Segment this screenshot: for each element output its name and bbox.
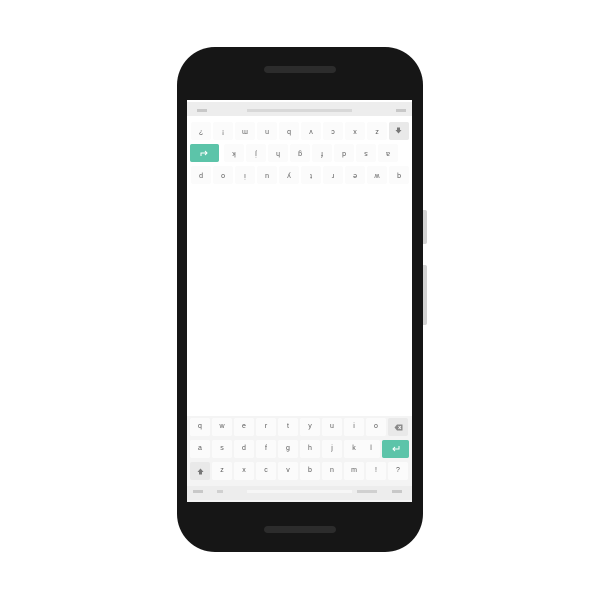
bottom-speaker (264, 526, 336, 533)
key-y[interactable]: y (279, 166, 299, 184)
key-c[interactable]: c (256, 462, 276, 480)
emoji-key[interactable] (217, 490, 223, 493)
key-t[interactable]: t (301, 166, 321, 184)
key-w[interactable]: w (212, 418, 232, 436)
keyboard-row-2: a s d f g h j k l (187, 440, 412, 460)
backspace-key[interactable] (388, 418, 408, 436)
key-f[interactable]: f (312, 144, 332, 162)
power-button[interactable] (423, 265, 427, 325)
key-p[interactable]: p (191, 166, 211, 184)
key-b[interactable]: b (279, 122, 299, 140)
key-z[interactable]: z (212, 462, 232, 480)
key-d[interactable]: d (234, 440, 254, 458)
key-a[interactable]: a (378, 144, 398, 162)
keyboard-row-3: z x c v b n m ! ? (187, 120, 412, 140)
enter-key[interactable] (190, 144, 219, 162)
keyboard-row-1: q w e r t y u i o (187, 418, 412, 438)
enter-key[interactable] (382, 440, 409, 458)
key-h[interactable]: h (268, 144, 288, 162)
key-u[interactable]: u (322, 418, 342, 436)
key-v[interactable]: v (278, 462, 298, 480)
shift-icon (396, 127, 402, 134)
volume-button[interactable] (423, 210, 427, 244)
key-i[interactable]: i (235, 166, 255, 184)
key-b[interactable]: b (300, 462, 320, 480)
key-c[interactable]: c (323, 122, 343, 140)
keyboard-row-1: q w e r t y u i o p (187, 164, 412, 184)
key-x[interactable]: x (345, 122, 365, 140)
top-speaker (264, 66, 336, 73)
symbols-key[interactable] (396, 109, 406, 112)
suggestion-key[interactable] (357, 490, 377, 493)
key-n[interactable]: n (257, 122, 277, 140)
space-bar[interactable] (247, 490, 352, 493)
key-a[interactable]: a (190, 440, 210, 458)
key-k[interactable]: k (344, 440, 364, 458)
shift-key[interactable] (389, 122, 409, 140)
symbols-key[interactable] (193, 490, 203, 493)
keyboard-row-2: a s d f g h j k (187, 142, 412, 162)
key-y[interactable]: y (300, 418, 320, 436)
phone-screen: q w e r t y u i o p a s d f g h j k z x … (187, 100, 412, 502)
key-o[interactable]: o (213, 166, 233, 184)
key-m[interactable]: m (235, 122, 255, 140)
key-j[interactable]: j (322, 440, 342, 458)
key-w[interactable]: w (367, 166, 387, 184)
enter-arrow-icon (392, 446, 400, 452)
key-exclaim[interactable]: ! (213, 122, 233, 140)
key-f[interactable]: f (256, 440, 276, 458)
space-bar[interactable] (247, 109, 352, 112)
key-r[interactable]: r (323, 166, 343, 184)
backspace-icon (394, 424, 402, 431)
key-x[interactable]: x (234, 462, 254, 480)
key-j[interactable]: j (246, 144, 266, 162)
key-n[interactable]: n (322, 462, 342, 480)
key-r[interactable]: r (256, 418, 276, 436)
key-q[interactable]: q (389, 166, 409, 184)
key-g[interactable]: g (290, 144, 310, 162)
key-l[interactable]: l (362, 440, 380, 458)
key-g[interactable]: g (278, 440, 298, 458)
key-question[interactable]: ? (191, 122, 211, 140)
key-e[interactable]: e (345, 166, 365, 184)
period-key[interactable] (392, 490, 402, 493)
key-q[interactable]: q (190, 418, 210, 436)
key-d[interactable]: d (334, 144, 354, 162)
key-o[interactable]: o (366, 418, 386, 436)
period-key[interactable] (197, 109, 207, 112)
key-e[interactable]: e (234, 418, 254, 436)
shift-icon (197, 468, 203, 475)
keyboard-bottom-bar (187, 486, 412, 500)
keyboard-row-3: z x c v b n m ! ? (187, 462, 412, 482)
key-u[interactable]: u (257, 166, 277, 184)
key-z[interactable]: z (367, 122, 387, 140)
key-v[interactable]: v (301, 122, 321, 140)
key-k[interactable]: k (224, 144, 244, 162)
keyboard: q w e r t y u i o a s d f g h j k l z x … (187, 416, 412, 502)
keyboard-bottom-bar (187, 102, 412, 116)
keyboard-upside-down: q w e r t y u i o p a s d f g h j k z x … (187, 100, 412, 186)
key-s[interactable]: s (212, 440, 232, 458)
key-s[interactable]: s (356, 144, 376, 162)
enter-arrow-icon (200, 150, 208, 156)
key-i[interactable]: i (344, 418, 364, 436)
key-t[interactable]: t (278, 418, 298, 436)
key-exclaim[interactable]: ! (366, 462, 386, 480)
key-question[interactable]: ? (388, 462, 408, 480)
key-h[interactable]: h (300, 440, 320, 458)
shift-key[interactable] (190, 462, 210, 480)
key-m[interactable]: m (344, 462, 364, 480)
